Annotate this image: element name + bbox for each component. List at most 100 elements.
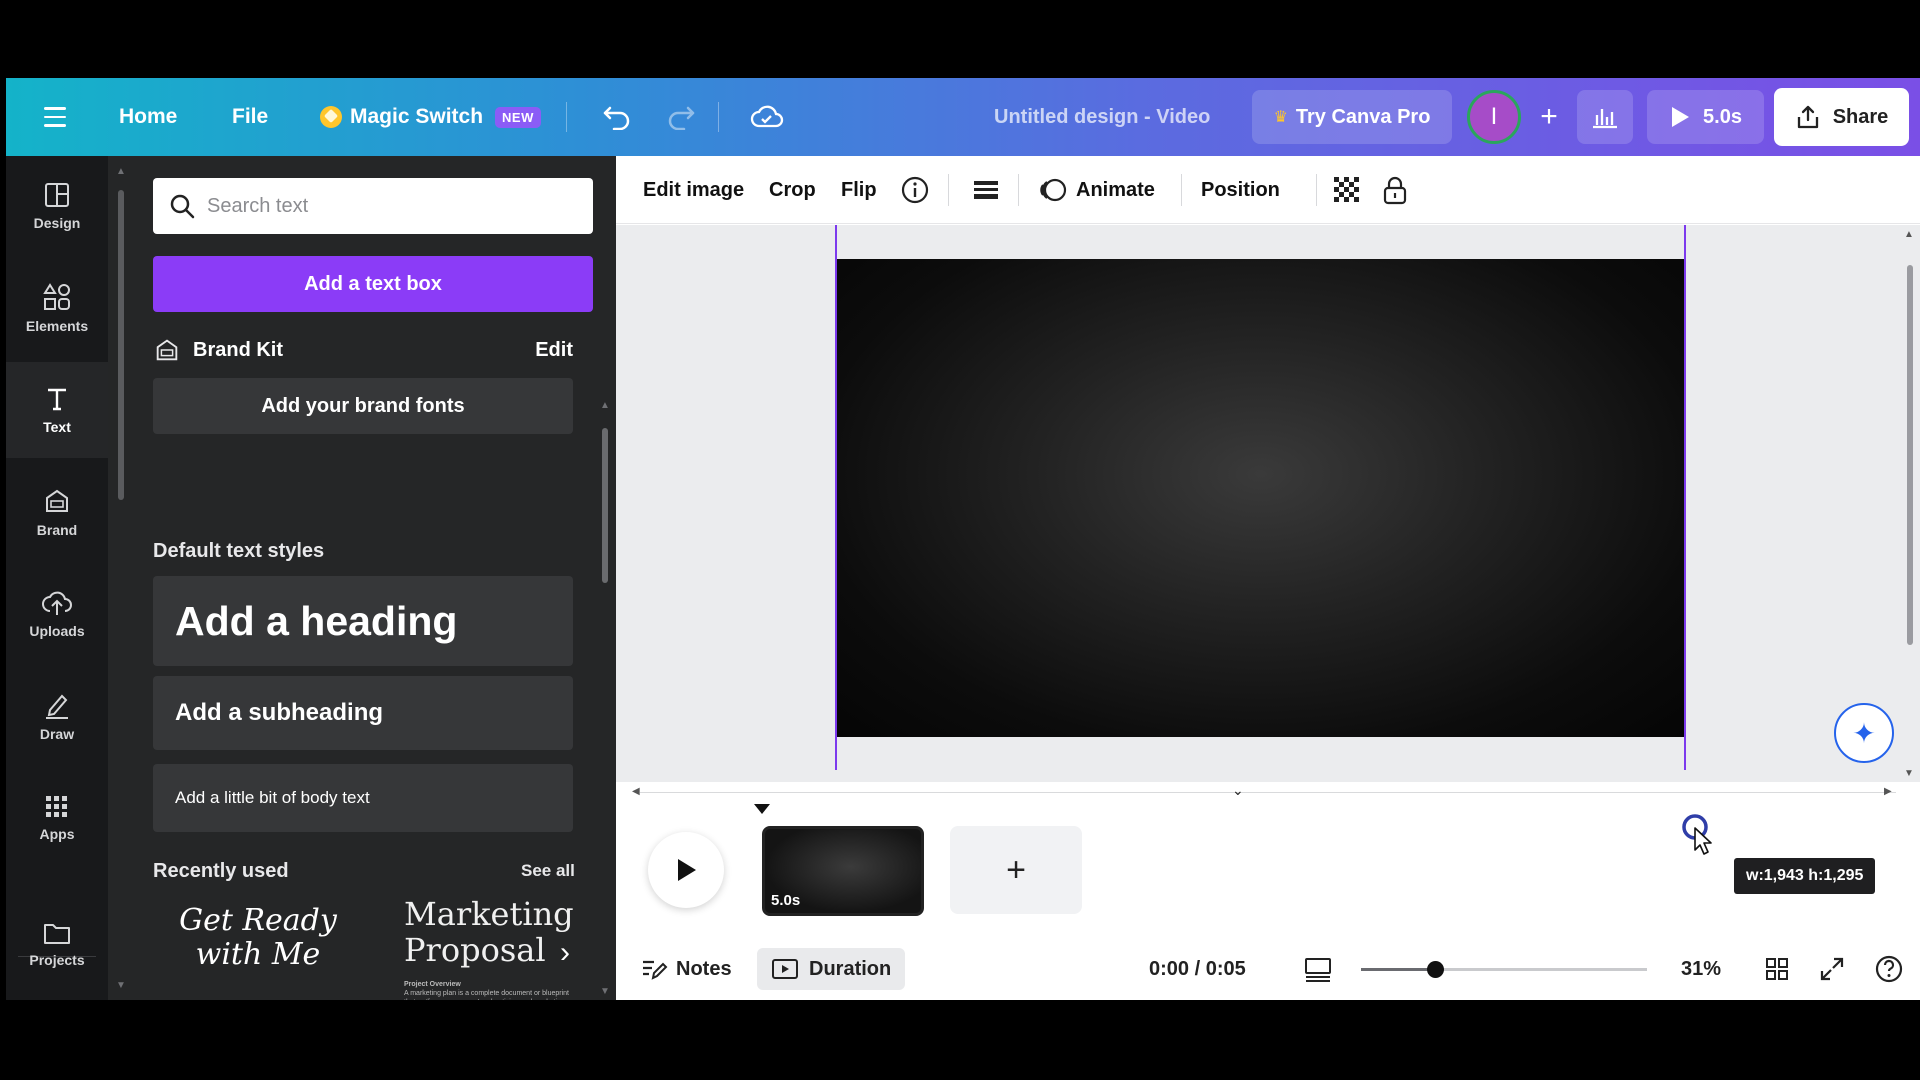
rail-item-elements[interactable]: Elements bbox=[6, 260, 108, 356]
fullscreen-button[interactable] bbox=[1819, 948, 1845, 990]
crown-icon: ♛ bbox=[1273, 109, 1288, 126]
position-button[interactable]: Position bbox=[1201, 156, 1280, 224]
rail-item-design[interactable]: Design bbox=[6, 158, 108, 254]
text-panel: ▲ ▼ Add a text box Brand Kit Edit Add yo… bbox=[108, 156, 616, 1000]
transparency-button[interactable] bbox=[1332, 156, 1362, 224]
file-menu[interactable]: File bbox=[232, 78, 268, 156]
scroll-up-icon[interactable]: ▲ bbox=[600, 400, 610, 411]
grid-icon bbox=[46, 796, 67, 817]
insights-button[interactable] bbox=[1577, 90, 1633, 144]
context-toolbar: Edit image Crop Flip Animate Position bbox=[616, 156, 1920, 224]
zoom-slider-knob[interactable] bbox=[1427, 961, 1444, 978]
flip-button[interactable]: Flip bbox=[841, 156, 877, 224]
cloud-save-button[interactable] bbox=[750, 78, 784, 156]
search-icon bbox=[170, 194, 195, 219]
rail-item-uploads[interactable]: Uploads bbox=[6, 566, 108, 662]
video-page-canvas[interactable] bbox=[837, 259, 1684, 737]
magic-assistant-button[interactable]: ✦ bbox=[1834, 703, 1894, 763]
share-button[interactable]: Share bbox=[1774, 88, 1909, 146]
border-style-button[interactable] bbox=[972, 156, 1000, 224]
panel-inner-scrollbar[interactable]: ▲ ▼ bbox=[600, 400, 610, 997]
playhead-marker[interactable] bbox=[754, 804, 770, 814]
duration-label: Duration bbox=[809, 957, 892, 980]
grid-view-button[interactable] bbox=[1764, 948, 1790, 990]
brand-kit-edit-button[interactable]: Edit bbox=[535, 339, 573, 362]
add-page-button[interactable]: + bbox=[950, 826, 1082, 914]
zoom-slider[interactable] bbox=[1361, 961, 1647, 978]
scroll-down-icon[interactable]: ▼ bbox=[1904, 768, 1914, 779]
recent-template-marketing-proposal[interactable]: Marketing Proposal Project Overview A ma… bbox=[404, 896, 574, 1000]
brand-kit-label: Brand Kit bbox=[193, 338, 283, 361]
user-avatar[interactable]: I bbox=[1467, 90, 1521, 144]
left-rail: Design Elements Text Brand Uploads Draw … bbox=[6, 156, 108, 1000]
magic-switch-button[interactable]: Magic Switch NEW bbox=[320, 78, 541, 156]
chevron-right-icon[interactable]: › bbox=[560, 936, 570, 970]
divider bbox=[1316, 174, 1317, 206]
scroll-up-icon[interactable]: ▲ bbox=[116, 166, 126, 177]
redo-button[interactable] bbox=[666, 78, 696, 156]
scroll-down-icon[interactable]: ▼ bbox=[600, 986, 610, 997]
notes-button[interactable]: Notes bbox=[640, 948, 732, 990]
recent-template-small-text: A marketing plan is a complete document … bbox=[404, 990, 569, 1000]
scroll-left-icon[interactable]: ◀ bbox=[632, 786, 640, 797]
canvas-scrollbar[interactable]: ▲ ▼ bbox=[1904, 229, 1914, 779]
timeline-track-line bbox=[640, 792, 1896, 793]
crop-button[interactable]: Crop bbox=[769, 156, 816, 224]
add-heading-button[interactable]: Add a heading bbox=[153, 576, 573, 666]
zoom-level[interactable]: 31% bbox=[1681, 948, 1721, 990]
add-subheading-button[interactable]: Add a subheading bbox=[153, 676, 573, 750]
magic-switch-label: Magic Switch bbox=[350, 105, 484, 128]
view-toggle-button[interactable] bbox=[1303, 948, 1333, 990]
add-collaborator-button[interactable]: + bbox=[1534, 78, 1564, 156]
rail-item-apps[interactable]: Apps bbox=[6, 770, 108, 866]
search-box[interactable] bbox=[153, 178, 593, 234]
cloud-icon bbox=[750, 105, 784, 128]
scroll-down-icon[interactable]: ▼ bbox=[116, 980, 126, 991]
undo-icon bbox=[603, 106, 630, 130]
rail-item-text[interactable]: Text bbox=[6, 362, 108, 458]
recent-template-get-ready[interactable]: Get Ready with Me bbox=[153, 904, 363, 1000]
animate-button[interactable]: Animate bbox=[1038, 156, 1155, 224]
design-title[interactable]: Untitled design - Video bbox=[994, 78, 1210, 156]
scrollbar-thumb[interactable] bbox=[602, 428, 608, 583]
undo-button[interactable] bbox=[602, 78, 632, 156]
info-icon bbox=[901, 176, 929, 204]
rail-item-projects[interactable]: Projects bbox=[6, 896, 108, 992]
add-brand-fonts-button[interactable]: Add your brand fonts bbox=[153, 378, 573, 434]
cloud-upload-icon bbox=[42, 591, 72, 615]
duration-button[interactable]: Duration bbox=[757, 948, 906, 990]
share-label: Share bbox=[1832, 105, 1889, 128]
scroll-right-icon[interactable]: ▶ bbox=[1884, 786, 1892, 797]
see-all-link[interactable]: See all bbox=[521, 861, 575, 881]
present-button[interactable]: 5.0s bbox=[1647, 90, 1764, 144]
default-text-styles-title: Default text styles bbox=[153, 540, 325, 562]
rail-item-draw[interactable]: Draw bbox=[6, 668, 108, 764]
mouse-cursor-icon bbox=[1679, 814, 1715, 863]
edit-image-button[interactable]: Edit image bbox=[643, 156, 744, 224]
timeline-panel: 5.0s + w:1,943 h:1,295 Notes Duration 0:… bbox=[616, 802, 1920, 1000]
top-bar: Home File Magic Switch NEW Untitled desi… bbox=[6, 78, 1920, 156]
scrollbar-thumb[interactable] bbox=[118, 190, 124, 500]
timeline-scroll-bar[interactable]: ◀ ⌄ ▶ bbox=[616, 782, 1920, 802]
rail-item-brand[interactable]: Brand bbox=[6, 464, 108, 560]
rail-label: Projects bbox=[29, 952, 85, 968]
plus-icon: + bbox=[1540, 100, 1558, 133]
panel-scrollbar[interactable]: ▲ ▼ bbox=[116, 166, 126, 991]
play-icon bbox=[678, 859, 696, 881]
add-text-box-button[interactable]: Add a text box bbox=[153, 256, 593, 312]
help-button[interactable] bbox=[1874, 948, 1904, 990]
scrollbar-thumb[interactable] bbox=[1907, 265, 1913, 645]
try-canva-pro-button[interactable]: ♛ Try Canva Pro bbox=[1252, 90, 1452, 144]
home-link[interactable]: Home bbox=[119, 78, 177, 156]
lock-button[interactable] bbox=[1382, 156, 1408, 224]
timeline-clip[interactable]: 5.0s bbox=[762, 826, 924, 916]
chevron-down-icon[interactable]: ⌄ bbox=[1232, 782, 1244, 799]
transparency-icon bbox=[1334, 177, 1359, 202]
scroll-up-icon[interactable]: ▲ bbox=[1904, 229, 1914, 240]
menu-button[interactable] bbox=[40, 78, 70, 156]
animate-icon bbox=[1040, 178, 1067, 202]
timeline-play-button[interactable] bbox=[648, 832, 724, 908]
info-button[interactable] bbox=[900, 156, 930, 224]
search-input[interactable] bbox=[207, 194, 567, 218]
add-body-text-button[interactable]: Add a little bit of body text bbox=[153, 764, 573, 832]
